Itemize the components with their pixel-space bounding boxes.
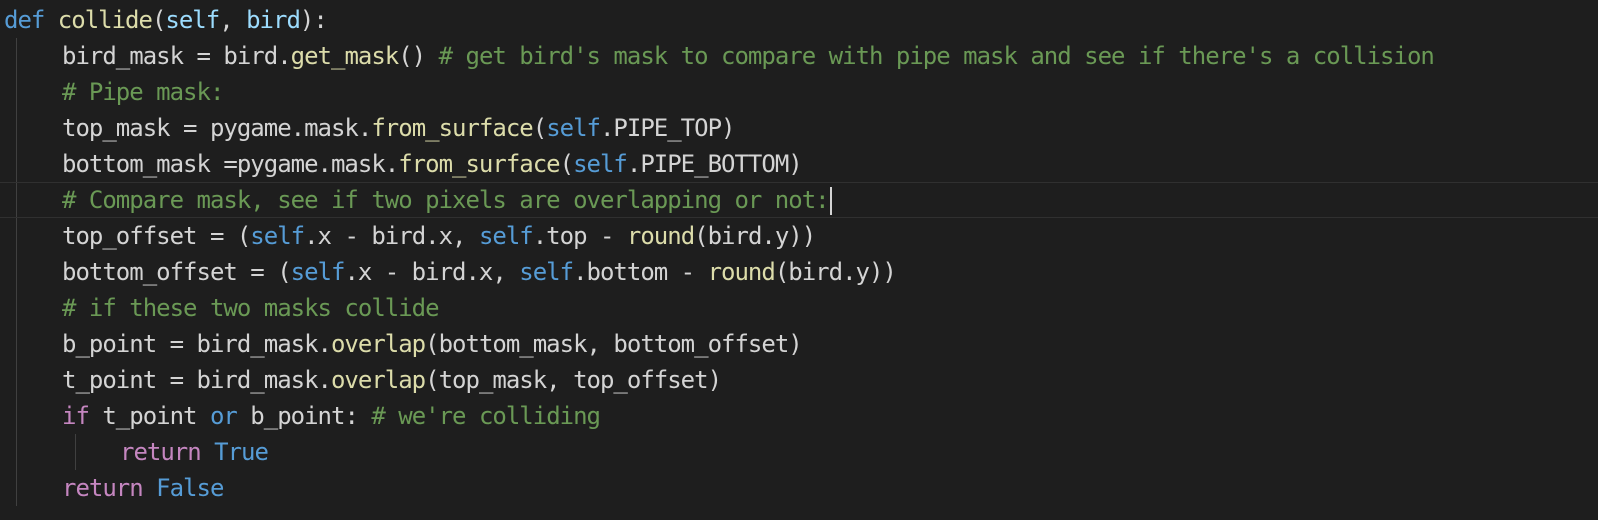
code-token: .top - [532,222,627,250]
code-token: # Pipe mask: [62,78,224,106]
code-token: if [62,402,90,430]
code-token: # we're colliding [371,402,601,430]
code-token: overlap [330,330,426,358]
code-token: ( [532,114,547,142]
code-line[interactable]: bottom_offset = (self.x - bird.x, self.b… [0,254,1598,290]
code-token: b_point = bird_mask. [62,330,332,358]
code-token: (bird.y)) [774,258,897,286]
code-line-content: top_offset = (self.x - bird.x, self.top … [62,218,816,254]
code-token: ( [559,150,574,178]
code-token: ): [299,6,328,34]
text-cursor [829,187,832,215]
code-token: .bottom - [573,258,708,286]
code-line-content: top_mask = pygame.mask.from_surface(self… [62,110,735,146]
code-token: round [626,222,695,250]
code-line[interactable]: t_point = bird_mask.overlap(top_mask, to… [0,362,1598,398]
code-line-content: # Pipe mask: [62,74,224,110]
code-token: t_point = bird_mask. [62,366,332,394]
code-line-content: # Compare mask, see if two pixels are ov… [62,182,832,218]
code-token: or [209,402,238,430]
code-token: (top_mask, top_offset) [425,366,722,394]
code-token: self [250,222,305,250]
code-token: round [707,258,776,286]
code-token: .x - bird.x, [344,258,520,286]
code-token: .x - bird.x, [304,222,479,250]
code-token: self [546,114,601,142]
code-token: self [478,222,534,250]
code-line-content: def collide(self, bird): [4,2,328,38]
code-token: self [573,150,628,178]
code-line[interactable]: bottom_mask =pygame.mask.from_surface(se… [0,146,1598,182]
code-line-content: b_point = bird_mask.overlap(bottom_mask,… [62,326,803,362]
code-editor[interactable]: def collide(self, bird): bird_mask = bird… [0,0,1598,520]
code-line-content: bottom_offset = (self.x - bird.x, self.b… [62,254,897,290]
code-token: .PIPE_BOTTOM) [626,150,803,178]
code-token: .PIPE_TOP) [599,114,735,142]
code-token: True [214,438,269,466]
code-line-content: bottom_mask =pygame.mask.from_surface(se… [62,146,803,182]
code-token: ( [151,6,166,34]
code-line[interactable]: # Pipe mask: [0,74,1598,110]
code-line[interactable]: top_offset = (self.x - bird.x, self.top … [0,218,1598,254]
code-token: from_surface [398,150,560,178]
code-token: , [219,6,247,34]
code-token: b_point: [236,402,372,430]
code-token: bird [246,6,301,34]
code-token: bottom_offset = ( [62,258,292,286]
code-token: return [62,474,144,502]
code-token: from_surface [371,114,533,142]
code-line-content: # if these two masks collide [62,290,440,326]
code-line[interactable]: b_point = bird_mask.overlap(bottom_mask,… [0,326,1598,362]
code-line[interactable]: def collide(self, bird): [0,2,1598,38]
code-line-content: return False [62,470,224,506]
code-line-content: return True [120,434,269,470]
code-token: self [165,6,220,34]
code-token: self [519,258,574,286]
code-token: self [290,258,346,286]
code-token: get_mask [290,42,400,70]
code-token: overlap [330,366,426,394]
code-token: False [156,474,224,502]
code-line[interactable]: return True [0,434,1598,470]
code-token: # Compare mask, see if two pixels are ov… [62,186,830,214]
code-line[interactable]: if t_point or b_point: # we're colliding [0,398,1598,434]
code-line[interactable]: bird_mask = bird.get_mask() # get bird's… [0,38,1598,74]
code-token: bird_mask = bird. [62,42,292,70]
code-line[interactable]: top_mask = pygame.mask.from_surface(self… [0,110,1598,146]
code-token: (bottom_mask, bottom_offset) [425,330,803,358]
code-token: def [4,6,58,34]
code-token: # if these two masks collide [62,294,440,322]
code-token: # get bird's mask to compare with pipe m… [438,42,1435,70]
code-line-content: t_point = bird_mask.overlap(top_mask, to… [62,362,722,398]
code-token: bottom_mask =pygame.mask. [62,150,399,178]
code-token: collide [57,6,153,34]
code-token: top_offset = ( [62,222,251,250]
code-line[interactable]: # Compare mask, see if two pixels are ov… [0,182,1598,218]
code-token: top_mask = pygame.mask. [62,114,372,142]
code-line[interactable]: return False [0,470,1598,506]
code-token: () [398,42,439,70]
code-line-content: if t_point or b_point: # we're colliding [62,398,601,434]
code-token: (bird.y)) [694,222,816,250]
code-line-content: bird_mask = bird.get_mask() # get bird's… [62,38,1435,74]
code-token: t_point [88,402,210,430]
code-line[interactable]: # if these two masks collide [0,290,1598,326]
code-token: return [120,438,202,466]
